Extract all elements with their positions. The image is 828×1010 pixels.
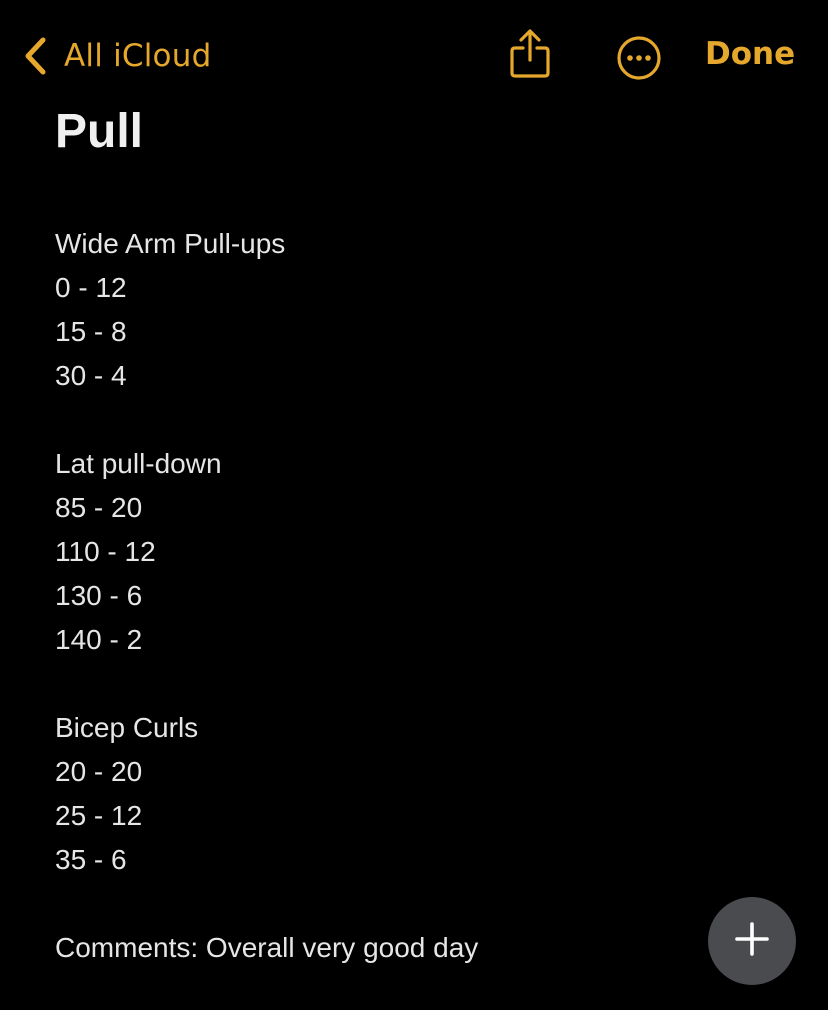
note-line bbox=[55, 662, 775, 706]
note-line: 85 - 20 bbox=[55, 492, 143, 523]
note-line bbox=[55, 882, 775, 926]
back-button[interactable]: All iCloud bbox=[22, 34, 211, 78]
note-line: Wide Arm Pull-ups bbox=[55, 228, 286, 259]
note-line: 30 - 4 bbox=[55, 360, 127, 391]
note-line: 20 - 20 bbox=[55, 756, 143, 787]
note-line: Lat pull-down bbox=[55, 448, 222, 479]
note-title[interactable]: Pull bbox=[55, 104, 775, 160]
note-line: 15 - 8 bbox=[55, 316, 127, 347]
note-line bbox=[55, 398, 775, 442]
plus-icon bbox=[734, 921, 770, 961]
note-line: 140 - 2 bbox=[55, 624, 143, 655]
add-button[interactable] bbox=[708, 897, 796, 985]
done-button[interactable]: Done bbox=[705, 36, 795, 72]
more-button[interactable] bbox=[616, 35, 662, 85]
navigation-bar: All iCloud Done bbox=[0, 0, 828, 112]
note-content[interactable]: Pull Wide Arm Pull-ups 0 - 12 15 - 8 30 … bbox=[55, 104, 775, 970]
note-line: 25 - 12 bbox=[55, 800, 143, 831]
note-line: Comments: Overall very good day bbox=[55, 932, 479, 963]
note-line: Bicep Curls bbox=[55, 712, 199, 743]
ellipsis-circle-icon bbox=[616, 36, 662, 85]
note-line: 0 - 12 bbox=[55, 272, 127, 303]
share-icon bbox=[508, 29, 552, 84]
chevron-left-icon bbox=[22, 36, 48, 76]
back-label: All iCloud bbox=[64, 38, 212, 74]
note-line: 110 - 12 bbox=[55, 536, 156, 567]
note-line: 130 - 6 bbox=[55, 580, 143, 611]
note-line: 35 - 6 bbox=[55, 844, 127, 875]
share-button[interactable] bbox=[508, 28, 552, 84]
note-body[interactable]: Wide Arm Pull-ups 0 - 12 15 - 8 30 - 4 L… bbox=[55, 222, 775, 970]
